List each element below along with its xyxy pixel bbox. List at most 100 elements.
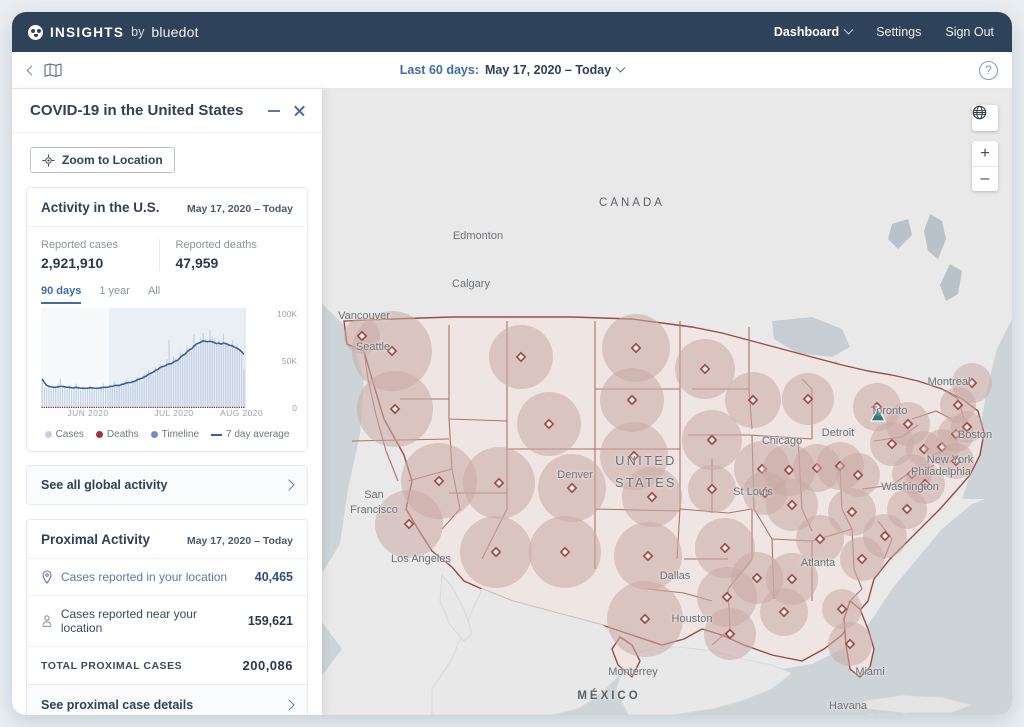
chart-bar-deaths — [227, 406, 229, 408]
chart-bar-deaths — [55, 406, 57, 408]
activity-stats: Reported cases 2,921,910 Reported deaths… — [27, 227, 307, 281]
chart-bar-cases — [168, 340, 170, 408]
chart-bar-cases — [89, 385, 91, 408]
chart-bar-deaths — [50, 406, 52, 408]
zoom-in-button[interactable]: + — [972, 141, 998, 166]
chart-bar-deaths — [231, 406, 234, 408]
chart-bar-deaths — [184, 406, 186, 408]
chart-bar-deaths — [41, 406, 43, 408]
chart-plot-area: 0 50K 100K — [41, 308, 297, 413]
nav-dashboard[interactable]: Dashboard — [774, 24, 854, 39]
globe-view-button[interactable] — [972, 105, 998, 131]
chart-x-tick-label: JUN 2020 — [67, 408, 109, 418]
chart-bar-deaths — [218, 406, 220, 408]
chart-bar-cases — [240, 353, 243, 408]
legend-item: 7 day average — [211, 429, 289, 440]
chart-bar-deaths — [98, 406, 100, 408]
chart-bar-cases — [186, 346, 188, 408]
help-icon[interactable]: ? — [979, 60, 998, 80]
chart-bar-deaths — [43, 406, 46, 408]
chart-bar-cases — [191, 351, 193, 408]
chart-bar-deaths — [168, 406, 170, 408]
map-label: UNITED — [615, 454, 677, 468]
chart-bar-deaths — [132, 406, 134, 408]
chart-bar-deaths — [177, 406, 179, 408]
map-label: Philadelphia — [911, 466, 971, 478]
chart-bar-deaths — [204, 406, 206, 408]
chart-bar-deaths — [141, 406, 143, 408]
chart-bar-cases — [120, 382, 123, 408]
chevron-left-icon[interactable] — [26, 65, 37, 75]
legend-item: Deaths — [95, 429, 139, 440]
chart-bar-deaths — [161, 406, 163, 408]
proximal-row-in-location[interactable]: Cases reported in your location 40,465 — [27, 559, 307, 595]
tab-all[interactable]: All — [148, 285, 160, 304]
chevron-right-icon — [283, 698, 295, 711]
chart-bar-cases — [236, 344, 238, 408]
map-label: Francisco — [350, 504, 398, 516]
proximal-card-title: Proximal Activity — [41, 532, 151, 547]
tab-90-days[interactable]: 90 days — [41, 285, 82, 304]
chart-bar-deaths — [193, 406, 195, 408]
chart-bar-deaths — [154, 406, 157, 408]
crosshair-icon — [42, 153, 55, 167]
chart-bar-cases — [109, 384, 111, 408]
proximal-row-near-location[interactable]: Cases reported near your location 159,62… — [27, 595, 307, 646]
chart-bar-deaths — [118, 406, 120, 408]
chart-bar-cases — [41, 380, 43, 408]
chart-bar-cases — [195, 344, 197, 408]
brand-insights-label: INSIGHTS — [50, 24, 125, 40]
date-range-selector[interactable]: Last 60 days: May 17, 2020 – Today — [12, 62, 1012, 77]
chart-bar-deaths — [86, 406, 89, 408]
activity-card: Activity in the U.S. May 17, 2020 – Toda… — [26, 187, 308, 452]
chart-bar-cases — [50, 389, 52, 408]
chart-bar-deaths — [95, 406, 98, 408]
legend-item: Timeline — [150, 429, 199, 440]
chart-bar-cases — [222, 333, 225, 408]
chart-bar-deaths — [107, 406, 109, 408]
see-proximal-details-link[interactable]: See proximal case details — [27, 684, 307, 715]
see-proximal-details-label: See proximal case details — [41, 697, 194, 712]
tab-1-year[interactable]: 1 year — [99, 285, 130, 304]
zoom-to-location-label: Zoom to Location — [62, 153, 163, 167]
chart-bar-deaths — [148, 406, 150, 408]
chart-bar-deaths — [116, 406, 118, 408]
brand-logo[interactable]: INSIGHTS by bluedot — [28, 24, 199, 40]
panel-content: Zoom to Location Activity in the U.S. Ma… — [12, 133, 322, 715]
chart-bar-cases — [116, 385, 118, 408]
person-pin-icon — [42, 615, 52, 627]
chart-bar-cases — [211, 336, 213, 408]
zoom-to-location-button[interactable]: Zoom to Location — [30, 147, 175, 173]
chart-bar-cases — [227, 344, 229, 408]
chart-bar-cases — [179, 351, 182, 408]
nav-signout[interactable]: Sign Out — [945, 25, 994, 39]
chart-bar-deaths — [186, 406, 188, 408]
zoom-out-button[interactable]: – — [972, 166, 998, 191]
chart-bar-deaths — [104, 406, 107, 408]
chart-bar-deaths — [109, 406, 111, 408]
chart-bar-deaths — [225, 406, 227, 408]
see-global-activity-link[interactable]: See all global activity — [26, 465, 308, 505]
chart-svg — [41, 308, 246, 408]
chart-bar-deaths — [236, 406, 238, 408]
nav-settings[interactable]: Settings — [876, 25, 921, 39]
chart-bar-cases — [145, 376, 148, 408]
chart-bar-deaths — [66, 406, 68, 408]
chart-bar-deaths — [220, 406, 222, 408]
close-icon[interactable] — [293, 104, 306, 117]
chart-bar-cases — [216, 344, 218, 408]
chart-bar-cases — [238, 351, 240, 408]
chart-bar-deaths — [175, 406, 177, 408]
chart-bar-cases — [204, 340, 206, 408]
legend-label: Deaths — [106, 429, 139, 440]
activity-chart[interactable]: 0 50K 100K JUN 2020 JUL 2020 AUG 2020 — [27, 304, 307, 420]
minimize-icon[interactable] — [268, 109, 280, 112]
location-pin-icon — [42, 570, 52, 584]
stat-deaths-label: Reported deaths — [175, 239, 257, 251]
chart-bar-deaths — [61, 406, 64, 408]
map-book-icon[interactable] — [44, 63, 62, 77]
chart-bar-cases — [218, 340, 220, 408]
chart-bar-cases — [132, 380, 134, 408]
chart-legend: Cases Deaths Timeline 7 day average — [27, 420, 307, 451]
proximal-in-location-value: 40,465 — [254, 570, 293, 584]
